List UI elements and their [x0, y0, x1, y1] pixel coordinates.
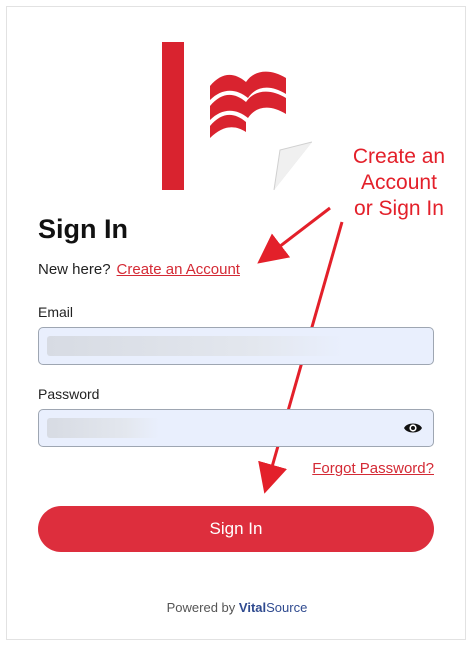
password-value-redacted [47, 418, 159, 438]
vitalsource-brand-vital: Vital [238, 600, 267, 615]
email-field[interactable] [38, 327, 434, 365]
powered-by-footer: Powered by VitalSource [0, 600, 474, 615]
annotation-line-1: Create an [352, 145, 446, 168]
publisher-logo [162, 42, 312, 190]
instruction-annotation: Create an Account or Sign In [346, 144, 452, 222]
vitalsource-brand-source: Source [266, 600, 308, 615]
forgot-password-link[interactable]: Forgot Password? [312, 460, 434, 477]
email-label: Email [38, 304, 74, 320]
email-value-redacted [47, 336, 343, 356]
sign-in-button[interactable]: Sign In [38, 506, 434, 552]
eye-icon[interactable] [403, 420, 423, 436]
annotation-line-3: or Sign In [354, 197, 444, 220]
new-here-row: New here? Create an Account [38, 261, 240, 278]
annotation-line-2: Account [361, 171, 437, 194]
password-label: Password [38, 386, 100, 402]
create-account-link[interactable]: Create an Account [117, 261, 240, 278]
page-title: Sign In [38, 214, 128, 244]
password-field[interactable] [38, 409, 434, 447]
powered-by-text: Powered by [166, 600, 236, 615]
new-here-text: New here? [38, 261, 111, 278]
